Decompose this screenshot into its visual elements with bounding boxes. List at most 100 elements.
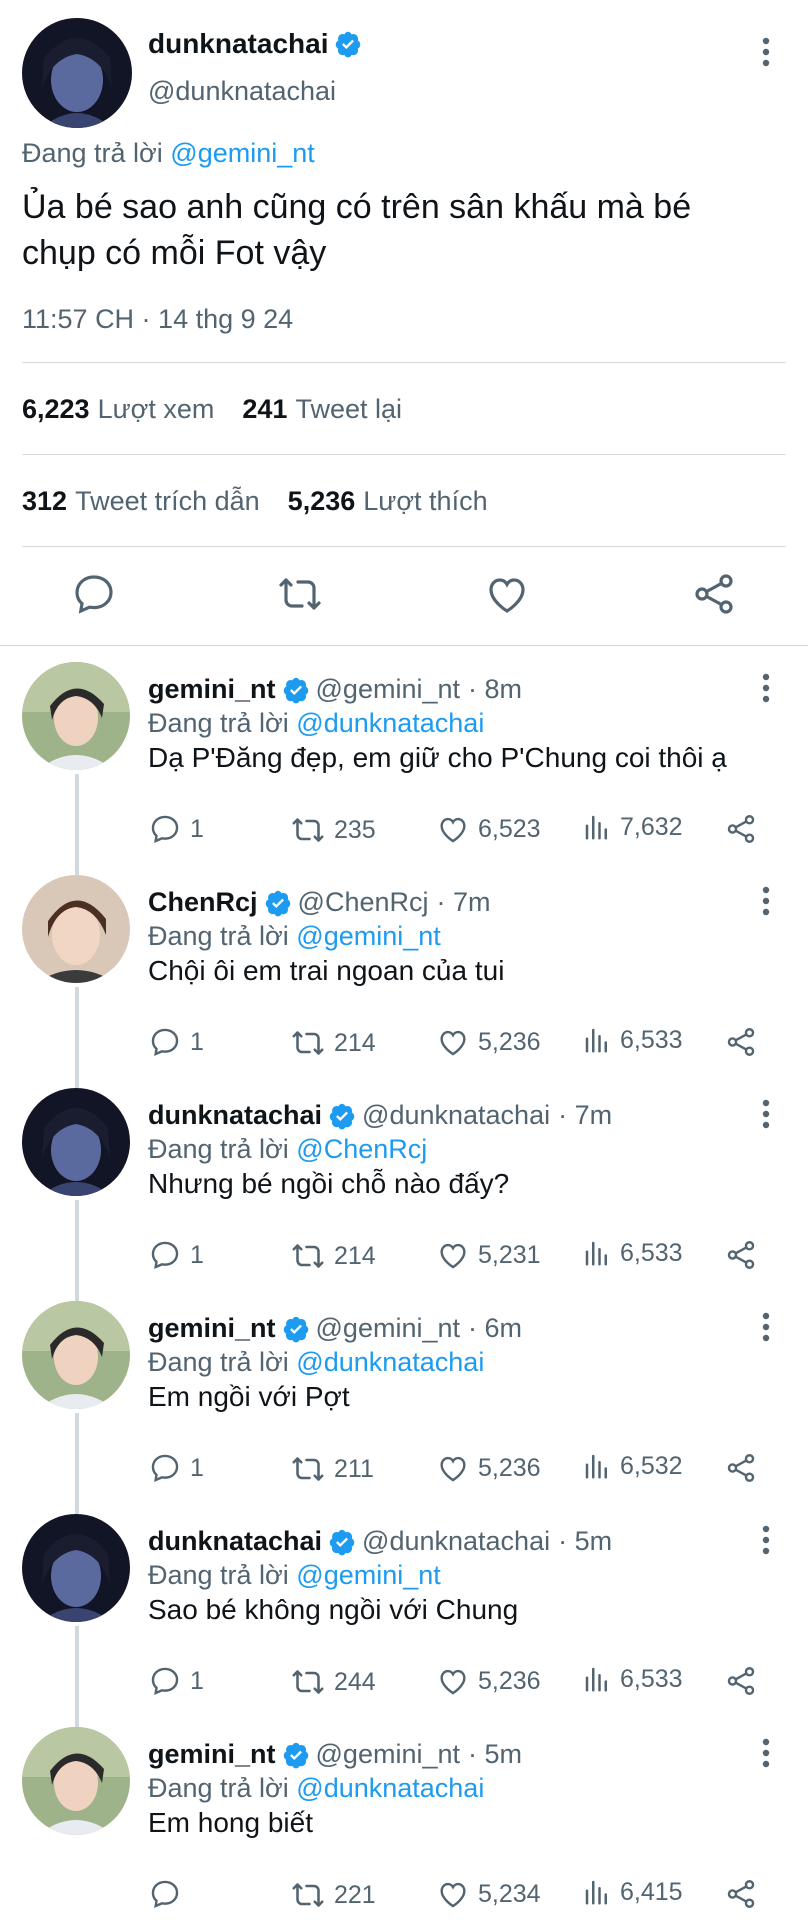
like-icon xyxy=(440,1243,466,1269)
reply-tweet[interactable]: dunknatachai @dunknatachai · 5m Đang trả… xyxy=(0,1514,808,1727)
reply-time[interactable]: · 6m xyxy=(468,1313,522,1344)
replying-to-link[interactable]: @dunknatachai xyxy=(296,1773,484,1803)
reply-tweet[interactable]: ChenRcj @ChenRcj · 7m Đang trả lời @gemi… xyxy=(0,875,808,1088)
share-action[interactable] xyxy=(724,1664,758,1698)
views-action[interactable]: 6,533 xyxy=(582,1664,683,1694)
replying-to-link[interactable]: @dunknatachai xyxy=(296,1347,484,1377)
views-action[interactable]: 6,415 xyxy=(582,1877,683,1907)
reply-icon[interactable] xyxy=(70,570,118,618)
avatar[interactable] xyxy=(22,875,130,983)
retweet-action[interactable]: 214 xyxy=(290,1025,376,1061)
reply-time[interactable]: · 7m xyxy=(558,1100,612,1131)
reply-author-handle[interactable]: @dunknatachai xyxy=(362,1100,550,1131)
avatar[interactable] xyxy=(22,1088,130,1196)
reply-author-name[interactable]: gemini_nt xyxy=(148,1313,276,1344)
reply-action[interactable] xyxy=(148,1877,190,1911)
like-icon xyxy=(440,1669,466,1695)
more-options-icon[interactable] xyxy=(760,1098,772,1130)
replying-to: Đang trả lời @dunknatachai xyxy=(148,708,484,739)
quotes-stat[interactable]: 312 Tweet trích dẫn xyxy=(22,486,260,517)
reply-tweet[interactable]: gemini_nt @gemini_nt · 5m Đang trả lời @… xyxy=(0,1727,808,1920)
more-options-icon[interactable] xyxy=(760,1524,772,1556)
more-options-icon[interactable] xyxy=(760,672,772,704)
reply-time[interactable]: · 7m xyxy=(436,887,490,918)
like-action[interactable]: 5,236 xyxy=(436,1025,541,1059)
more-options-icon[interactable] xyxy=(760,885,772,917)
reply-action-bar: 1 235 6,523 7,632 xyxy=(148,812,768,852)
author-name[interactable]: dunknatachai xyxy=(148,28,362,60)
avatar[interactable] xyxy=(22,1301,130,1409)
avatar[interactable] xyxy=(22,18,132,128)
reply-action[interactable]: 1 xyxy=(148,812,204,846)
share-icon[interactable] xyxy=(690,570,738,618)
share-icon xyxy=(727,815,755,843)
views-action[interactable]: 6,533 xyxy=(582,1238,683,1268)
likes-stat[interactable]: 5,236 Lượt thích xyxy=(288,486,488,517)
replying-to-link[interactable]: @gemini_nt xyxy=(170,138,314,168)
avatar[interactable] xyxy=(22,662,130,770)
views-action[interactable]: 6,533 xyxy=(582,1025,683,1055)
reply-author-handle[interactable]: @gemini_nt xyxy=(316,1739,460,1770)
reply-time[interactable]: · 5m xyxy=(558,1526,612,1557)
retweet-action[interactable]: 221 xyxy=(290,1877,376,1913)
more-options-icon[interactable] xyxy=(760,1311,772,1343)
share-action[interactable] xyxy=(724,812,758,846)
reply-tweet[interactable]: dunknatachai @dunknatachai · 7m Đang trả… xyxy=(0,1088,808,1301)
like-action[interactable]: 5,234 xyxy=(436,1877,541,1911)
share-action[interactable] xyxy=(724,1451,758,1485)
reply-icon xyxy=(151,1667,179,1696)
like-icon[interactable] xyxy=(483,570,531,618)
like-action[interactable]: 5,236 xyxy=(436,1451,541,1485)
retweets-stat[interactable]: 241 Tweet lại xyxy=(242,394,402,425)
share-action[interactable] xyxy=(724,1877,758,1911)
tweet-text-line: Ủa bé sao anh cũng có trên sân khấu mà b… xyxy=(22,188,692,226)
reply-author-handle[interactable]: @ChenRcj xyxy=(298,887,429,918)
retweet-action[interactable]: 211 xyxy=(290,1451,374,1487)
reply-time[interactable]: · 5m xyxy=(468,1739,522,1770)
reply-author-name[interactable]: gemini_nt xyxy=(148,1739,276,1770)
replying-prefix: Đang trả lời xyxy=(148,1560,289,1590)
like-action[interactable]: 5,231 xyxy=(436,1238,541,1272)
reply-tweet[interactable]: gemini_nt @gemini_nt · 6m Đang trả lời @… xyxy=(0,1301,808,1514)
replying-to: Đang trả lời @dunknatachai xyxy=(148,1773,484,1804)
retweet-action[interactable]: 214 xyxy=(290,1238,376,1274)
reply-action[interactable]: 1 xyxy=(148,1238,204,1272)
replying-to-link[interactable]: @gemini_nt xyxy=(296,921,440,951)
more-options-icon[interactable] xyxy=(760,36,772,68)
reply-author-name[interactable]: dunknatachai xyxy=(148,1100,322,1131)
thread-line xyxy=(75,987,79,1088)
reply-text: Sao bé không ngồi với Chung xyxy=(148,1594,519,1625)
views-action[interactable]: 6,532 xyxy=(582,1451,683,1481)
retweet-action[interactable]: 244 xyxy=(290,1664,376,1700)
verified-badge-icon xyxy=(336,31,361,58)
replying-to-link[interactable]: @ChenRcj xyxy=(296,1134,427,1164)
retweet-action[interactable]: 235 xyxy=(290,812,376,848)
reply-time[interactable]: · 8m xyxy=(468,674,522,705)
retweet-icon[interactable] xyxy=(276,570,324,618)
more-options-icon[interactable] xyxy=(760,1737,772,1769)
reply-author-name[interactable]: dunknatachai xyxy=(148,1526,322,1557)
avatar[interactable] xyxy=(22,1727,130,1835)
author-handle[interactable]: @dunknatachai xyxy=(148,76,336,107)
tweet-thread-page: dunknatachai @dunknatachai Đang trả lời … xyxy=(0,0,808,1920)
replying-to-link[interactable]: @gemini_nt xyxy=(296,1560,440,1590)
views-action[interactable]: 7,632 xyxy=(582,812,683,842)
reply-icon xyxy=(151,1454,179,1483)
reply-author-handle[interactable]: @dunknatachai xyxy=(362,1526,550,1557)
like-action[interactable]: 5,236 xyxy=(436,1664,541,1698)
reply-action[interactable]: 1 xyxy=(148,1025,204,1059)
share-action[interactable] xyxy=(724,1238,758,1272)
share-action[interactable] xyxy=(724,1025,758,1059)
reply-author-name[interactable]: gemini_nt xyxy=(148,674,276,705)
reply-tweet[interactable]: gemini_nt @gemini_nt · 8m Đang trả lời @… xyxy=(0,662,808,875)
reply-author-handle[interactable]: @gemini_nt xyxy=(316,674,460,705)
reply-action[interactable]: 1 xyxy=(148,1451,204,1485)
reply-author-name[interactable]: ChenRcj xyxy=(148,887,258,918)
replying-to-link[interactable]: @dunknatachai xyxy=(296,708,484,738)
reply-author-handle[interactable]: @gemini_nt xyxy=(316,1313,460,1344)
avatar[interactable] xyxy=(22,1514,130,1622)
reply-action[interactable]: 1 xyxy=(148,1664,204,1698)
tweet-timestamp[interactable]: 11:57 CH · 14 thg 9 24 xyxy=(22,304,293,335)
like-action[interactable]: 6,523 xyxy=(436,812,541,846)
views-icon xyxy=(585,1454,607,1479)
